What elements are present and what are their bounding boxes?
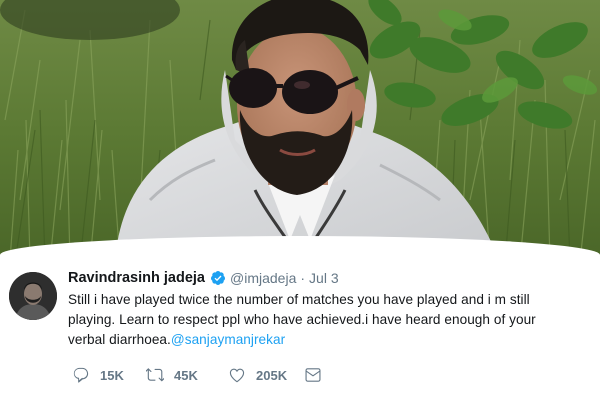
- header-separator: ·: [300, 270, 306, 286]
- like-count: 205K: [256, 367, 288, 383]
- display-name[interactable]: Ravindrasinh jadeja: [68, 270, 205, 286]
- direct-message-button[interactable]: [304, 366, 332, 384]
- tweet-date[interactable]: Jul 3: [309, 270, 339, 286]
- tweet-photo[interactable]: [0, 0, 600, 262]
- tweet-actions: 15K 45K 205K: [72, 364, 332, 386]
- retweet-icon: [146, 368, 164, 382]
- verified-badge-icon: [210, 271, 225, 285]
- user-handle[interactable]: @imjadeja: [230, 270, 296, 286]
- tweet-card[interactable]: Ravindrasinh jadeja @imjadeja · Jul 3 St…: [0, 236, 600, 400]
- avatar-image: [9, 272, 57, 320]
- tweet-text: Still i have played twice the number of …: [68, 290, 588, 350]
- reply-count: 15K: [100, 367, 124, 383]
- tweet-text-line: Still i have played twice the number of …: [68, 292, 530, 307]
- photo-illustration: [0, 0, 600, 262]
- retweet-button[interactable]: 45K: [146, 366, 216, 384]
- mention-link[interactable]: @sanjaymanjrekar: [171, 332, 285, 347]
- like-button[interactable]: 205K: [228, 366, 298, 384]
- reply-icon: [73, 367, 89, 383]
- reply-button[interactable]: 15K: [72, 366, 134, 384]
- tweet-text-line: playing. Learn to respect ppl who have a…: [68, 312, 536, 327]
- tweet-header: Ravindrasinh jadeja @imjadeja · Jul 3: [68, 268, 339, 288]
- tweet-text-fragment: verbal diarrhoea.: [68, 332, 171, 347]
- heart-icon: [229, 368, 245, 383]
- tweet-text-line: verbal diarrhoea.@sanjaymanjrekar: [68, 330, 588, 350]
- retweet-count: 45K: [174, 367, 198, 383]
- direct-message-icon: [305, 368, 321, 382]
- avatar[interactable]: [9, 272, 57, 320]
